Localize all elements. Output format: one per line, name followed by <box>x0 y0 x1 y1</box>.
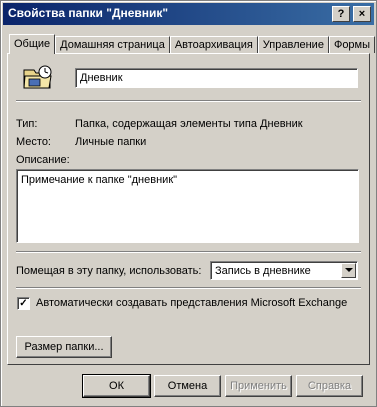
separator <box>16 100 361 102</box>
folder-properties-dialog: Свойства папки "Дневник" ? × Общие Домаш… <box>0 0 377 407</box>
ok-button[interactable]: ОК <box>82 374 151 398</box>
folder-name-input[interactable]: Дневник <box>75 68 358 88</box>
post-form-select[interactable]: Запись в дневнике <box>210 261 358 280</box>
tab-strip: Общие Домашняя страница Автоархивация Уп… <box>9 34 376 54</box>
exchange-views-checkbox[interactable]: ✓ <box>17 297 30 310</box>
help-button[interactable]: Справка <box>296 375 363 397</box>
check-icon: ✓ <box>19 297 28 309</box>
window-title: Свойства папки "Дневник" <box>8 6 169 20</box>
journal-folder-icon <box>23 65 52 89</box>
cancel-button[interactable]: Отмена <box>154 375 221 397</box>
tab-home-page[interactable]: Домашняя страница <box>55 36 170 53</box>
tab-autoarchive[interactable]: Автоархивация <box>169 36 258 53</box>
location-value: Личные папки <box>75 136 147 148</box>
type-label: Тип: <box>16 118 38 130</box>
tab-forms[interactable]: Формы <box>328 36 376 53</box>
general-tab-panel: Дневник Тип: Папка, содержащая элементы … <box>7 53 370 365</box>
dropdown-button[interactable] <box>341 263 356 278</box>
close-icon: × <box>358 7 366 20</box>
title-bar[interactable]: Свойства папки "Дневник" ? × <box>3 3 374 25</box>
question-icon: ? <box>337 7 345 20</box>
close-button[interactable]: × <box>353 6 371 22</box>
separator <box>16 251 361 253</box>
separator <box>16 287 361 289</box>
tab-administration[interactable]: Управление <box>257 36 329 53</box>
post-form-value: Запись в дневнике <box>215 265 311 277</box>
description-label: Описание: <box>16 154 70 166</box>
exchange-views-label: Автоматически создавать представления Mi… <box>36 297 348 309</box>
location-label: Место: <box>16 136 51 148</box>
chevron-down-icon <box>344 268 353 272</box>
folder-size-button[interactable]: Размер папки... <box>16 336 112 358</box>
description-textarea[interactable]: Примечание к папке "дневник" <box>16 169 359 243</box>
tab-general[interactable]: Общие <box>9 34 56 54</box>
post-to-folder-label: Помещая в эту папку, использовать: <box>16 265 202 277</box>
apply-button[interactable]: Применить <box>225 375 292 397</box>
help-title-button[interactable]: ? <box>332 6 350 22</box>
type-value: Папка, содержащая элементы типа Дневник <box>75 118 303 130</box>
